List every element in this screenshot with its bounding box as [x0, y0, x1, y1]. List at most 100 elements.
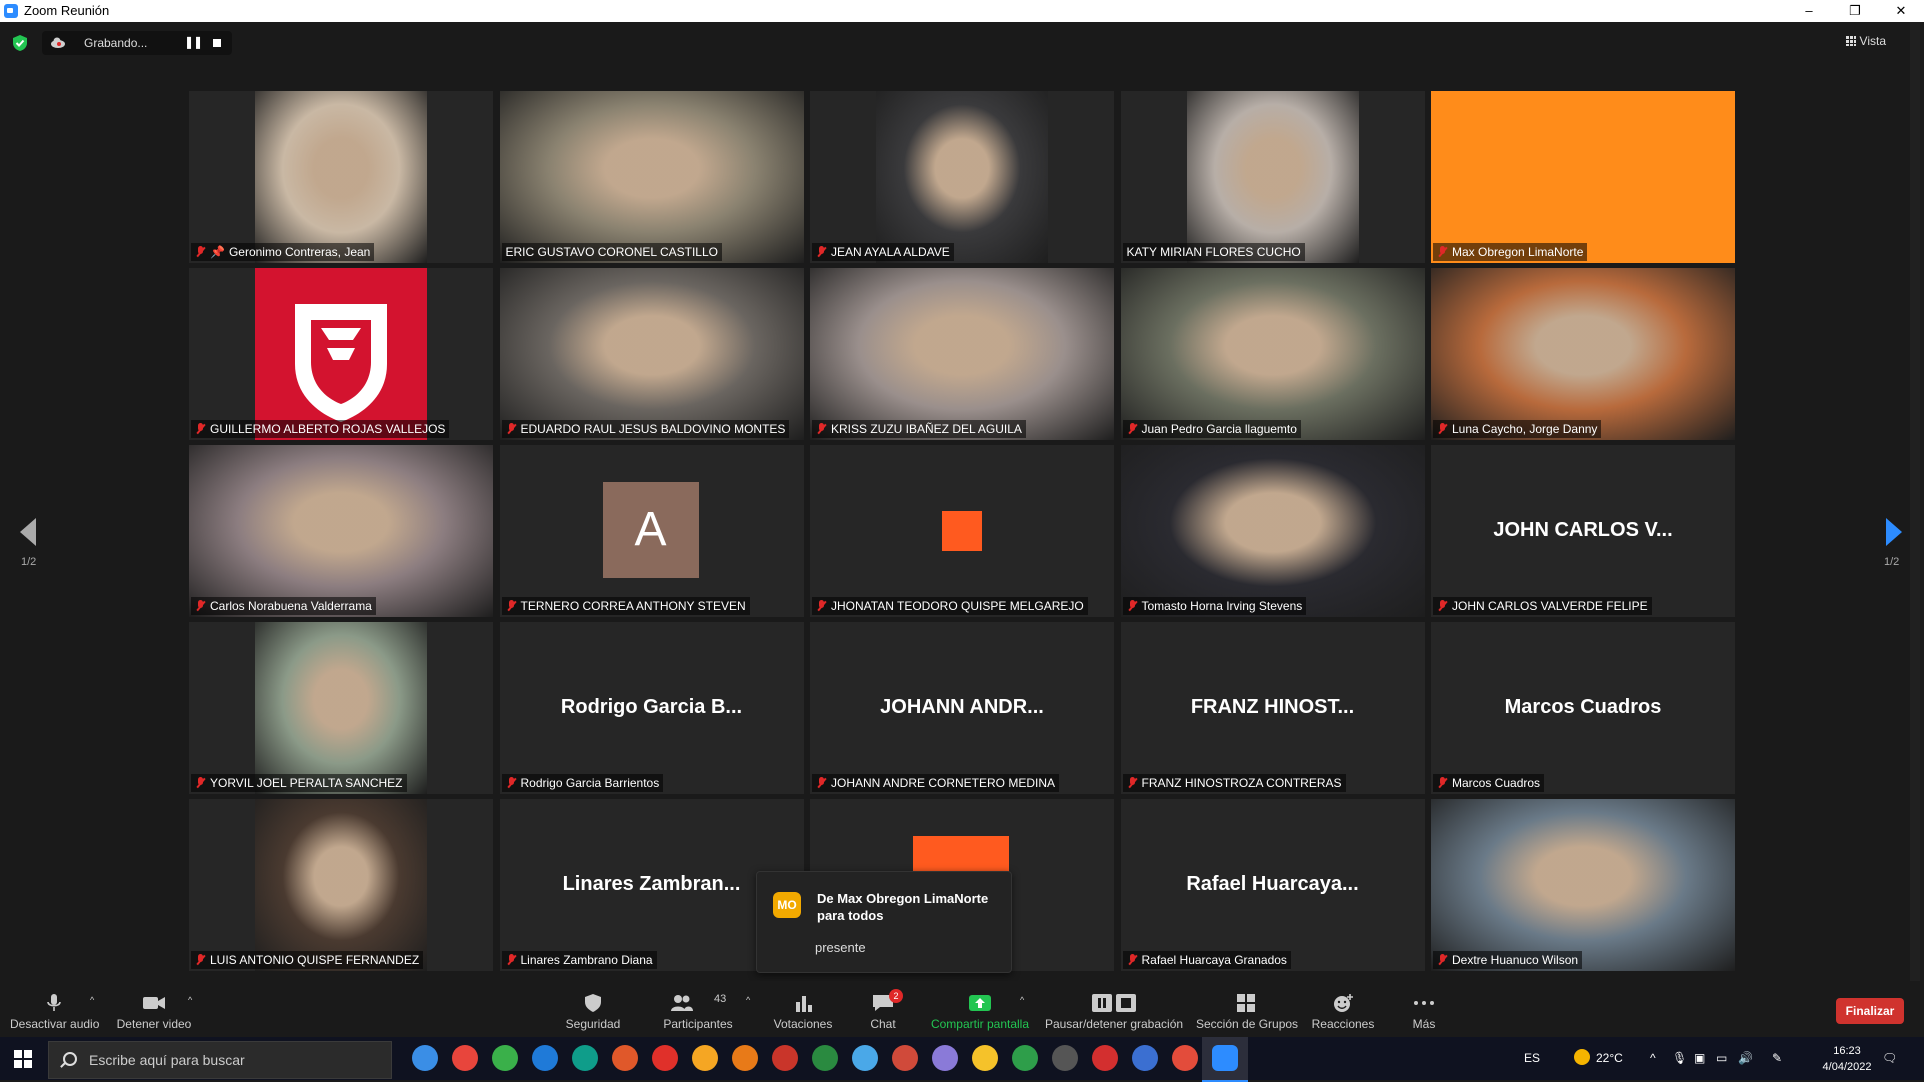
tray-volume-icon[interactable]: 🔊	[1738, 1037, 1753, 1080]
participant-tile[interactable]: JEAN AYALA ALDAVE	[810, 91, 1114, 263]
taskbar-app-icon[interactable]	[1092, 1045, 1118, 1071]
taskbar-app-icon[interactable]	[532, 1045, 558, 1071]
taskbar-app-icon[interactable]	[572, 1045, 598, 1071]
participant-tile[interactable]: JOHANN ANDR... JOHANN ANDRE CORNETERO MED…	[810, 622, 1114, 794]
previous-page-arrow-icon[interactable]	[20, 518, 36, 546]
participants-options-chevron-icon[interactable]: ^	[746, 995, 750, 1005]
participant-tile[interactable]: EDUARDO RAUL JESUS BALDOVINO MONTES	[499, 268, 804, 440]
participant-tile[interactable]: Rodrigo Garcia B... Rodrigo Garcia Barrie…	[499, 622, 804, 794]
shield-icon[interactable]	[12, 34, 28, 52]
participant-tile[interactable]: JOHN CARLOS V... JOHN CARLOS VALVERDE FEL…	[1431, 445, 1735, 617]
end-meeting-button[interactable]: Finalizar	[1836, 998, 1904, 1024]
participant-tile[interactable]: KATY MIRIAN FLORES CUCHO	[1120, 91, 1425, 263]
taskbar-app-icon[interactable]	[772, 1045, 798, 1071]
participant-name: Marcos Cuadros	[1452, 776, 1541, 790]
participant-display-name: Marcos Cuadros	[1504, 696, 1662, 718]
participant-video	[876, 91, 1048, 263]
taskbar-app-icon[interactable]	[812, 1045, 838, 1071]
taskbar-app-icon[interactable]	[1212, 1045, 1238, 1071]
scrollbar[interactable]	[1910, 22, 1920, 982]
participant-tile[interactable]: A TERNERO CORREA ANTHONY STEVEN	[499, 445, 804, 617]
search-placeholder: Escribe aquí para buscar	[89, 1052, 245, 1068]
stop-video-button[interactable]: Detener video	[116, 981, 192, 1037]
breakout-rooms-button[interactable]: Sección de Grupos	[1196, 981, 1298, 1037]
share-options-chevron-icon[interactable]: ^	[1020, 995, 1024, 1005]
tray-overflow-chevron-icon[interactable]: ^	[1650, 1037, 1656, 1080]
participant-tile[interactable]: Carlos Norabuena Valderrama	[189, 445, 493, 617]
participant-video	[1120, 268, 1425, 440]
tray-microphone-icon[interactable]: 🎙	[1672, 1037, 1687, 1080]
pause-stop-recording-button[interactable]: Pausar/detener grabación	[1044, 981, 1184, 1037]
more-button[interactable]: Más	[1404, 981, 1444, 1037]
participant-tile[interactable]: ERIC GUSTAVO CORONEL CASTILLO	[499, 91, 804, 263]
reactions-button[interactable]: Reacciones	[1310, 981, 1376, 1037]
security-shield-icon	[585, 994, 601, 1012]
view-label: Vista	[1859, 34, 1886, 48]
taskbar-app-icon[interactable]	[852, 1045, 878, 1071]
participant-tile[interactable]: JHONATAN TEODORO QUISPE MELGAREJO	[810, 445, 1114, 617]
taskbar-app-icon[interactable]	[972, 1045, 998, 1071]
participant-tile[interactable]: Marcos Cuadros Marcos Cuadros	[1431, 622, 1735, 794]
participant-avatar	[942, 511, 982, 551]
taskbar-app-icon[interactable]	[1052, 1045, 1078, 1071]
participants-button[interactable]: 43 Participantes	[660, 981, 736, 1037]
participant-tile[interactable]: LUIS ANTONIO QUISPE FERNANDEZ	[189, 799, 493, 971]
tray-pen-icon[interactable]: ✎	[1772, 1037, 1782, 1080]
participant-tile[interactable]: Luna Caycho, Jorge Danny	[1431, 268, 1735, 440]
taskbar-app-icon[interactable]	[732, 1045, 758, 1071]
participant-nameplate: JOHN CARLOS VALVERDE FELIPE	[1433, 597, 1652, 615]
audio-options-chevron-icon[interactable]: ^	[90, 995, 94, 1005]
chat-bubble-icon: 2	[871, 989, 903, 1013]
pause-recording-icon[interactable]: ❚❚	[184, 35, 203, 49]
taskbar-app-icon[interactable]	[492, 1045, 518, 1071]
security-button[interactable]: Seguridad	[560, 981, 626, 1037]
weather-widget[interactable]: 22°C	[1574, 1037, 1623, 1080]
close-button[interactable]: ✕	[1878, 0, 1924, 22]
participant-nameplate: Rodrigo Garcia Barrientos	[501, 774, 664, 792]
tray-network-icon[interactable]: ▣	[1694, 1037, 1705, 1080]
taskbar-search-input[interactable]: Escribe aquí para buscar	[48, 1041, 392, 1079]
taskbar-app-icon[interactable]	[612, 1045, 638, 1071]
participant-tile[interactable]: Juan Pedro Garcia llaguemto	[1120, 268, 1425, 440]
taskbar-app-icon[interactable]	[652, 1045, 678, 1071]
video-camera-icon	[143, 997, 165, 1009]
share-screen-button[interactable]: Compartir pantalla	[930, 981, 1030, 1037]
participant-tile[interactable]: Dextre Huanuco Wilson	[1431, 799, 1735, 971]
participant-tile[interactable]: Rafael Huarcaya... Rafael Huarcaya Granad…	[1120, 799, 1425, 971]
participant-name: JOHANN ANDRE CORNETERO MEDINA	[831, 776, 1056, 790]
taskbar-app-icon[interactable]	[1012, 1045, 1038, 1071]
system-clock[interactable]: 16:23 4/04/2022	[1812, 1043, 1882, 1075]
participant-tile[interactable]: GUILLERMO ALBERTO ROJAS VALLEJOS	[189, 268, 493, 440]
restore-button[interactable]: ❐	[1832, 0, 1878, 22]
taskbar-app-icon[interactable]	[412, 1045, 438, 1071]
participant-name: Juan Pedro Garcia llaguemto	[1141, 422, 1297, 436]
participant-tile[interactable]: 📌 Geronimo Contreras, Jean	[189, 91, 493, 263]
mute-audio-button[interactable]: Desactivar audio	[10, 981, 99, 1037]
tray-battery-icon[interactable]: ▭	[1716, 1037, 1727, 1080]
participant-tile[interactable]: Max Obregon LimaNorte	[1431, 91, 1735, 263]
taskbar-app-icon[interactable]	[932, 1045, 958, 1071]
participant-tile[interactable]: YORVIL JOEL PERALTA SANCHEZ	[189, 622, 493, 794]
participant-tile[interactable]: FRANZ HINOST... FRANZ HINOSTROZA CONTRERA…	[1120, 622, 1425, 794]
taskbar-app-icon[interactable]	[1172, 1045, 1198, 1071]
chat-button[interactable]: 2 Chat	[862, 981, 904, 1037]
stop-recording-icon[interactable]	[213, 39, 221, 47]
view-button[interactable]: Vista	[1845, 34, 1886, 48]
participant-tile[interactable]: Tomasto Horna Irving Stevens	[1120, 445, 1425, 617]
polls-button[interactable]: Votaciones	[768, 981, 838, 1037]
notifications-icon[interactable]: 🗨	[1882, 1037, 1897, 1080]
participant-nameplate: JOHANN ANDRE CORNETERO MEDINA	[812, 774, 1060, 792]
participant-tile[interactable]: KRISS ZUZU IBAÑEZ DEL AGUILA	[810, 268, 1114, 440]
participant-name: JOHN CARLOS VALVERDE FELIPE	[1452, 599, 1648, 613]
more-dots-icon	[1414, 1001, 1434, 1005]
minimize-button[interactable]: –	[1786, 0, 1832, 22]
chat-notification-popup[interactable]: MO De Max Obregon LimaNorte para todos p…	[756, 871, 1012, 973]
language-indicator[interactable]: ES	[1524, 1037, 1540, 1080]
video-options-chevron-icon[interactable]: ^	[188, 995, 192, 1005]
next-page-arrow-icon[interactable]	[1886, 518, 1902, 546]
taskbar-app-icon[interactable]	[1132, 1045, 1158, 1071]
taskbar-app-icon[interactable]	[892, 1045, 918, 1071]
taskbar-app-icon[interactable]	[692, 1045, 718, 1071]
taskbar-app-icon[interactable]	[452, 1045, 478, 1071]
windows-start-icon[interactable]	[14, 1050, 32, 1068]
